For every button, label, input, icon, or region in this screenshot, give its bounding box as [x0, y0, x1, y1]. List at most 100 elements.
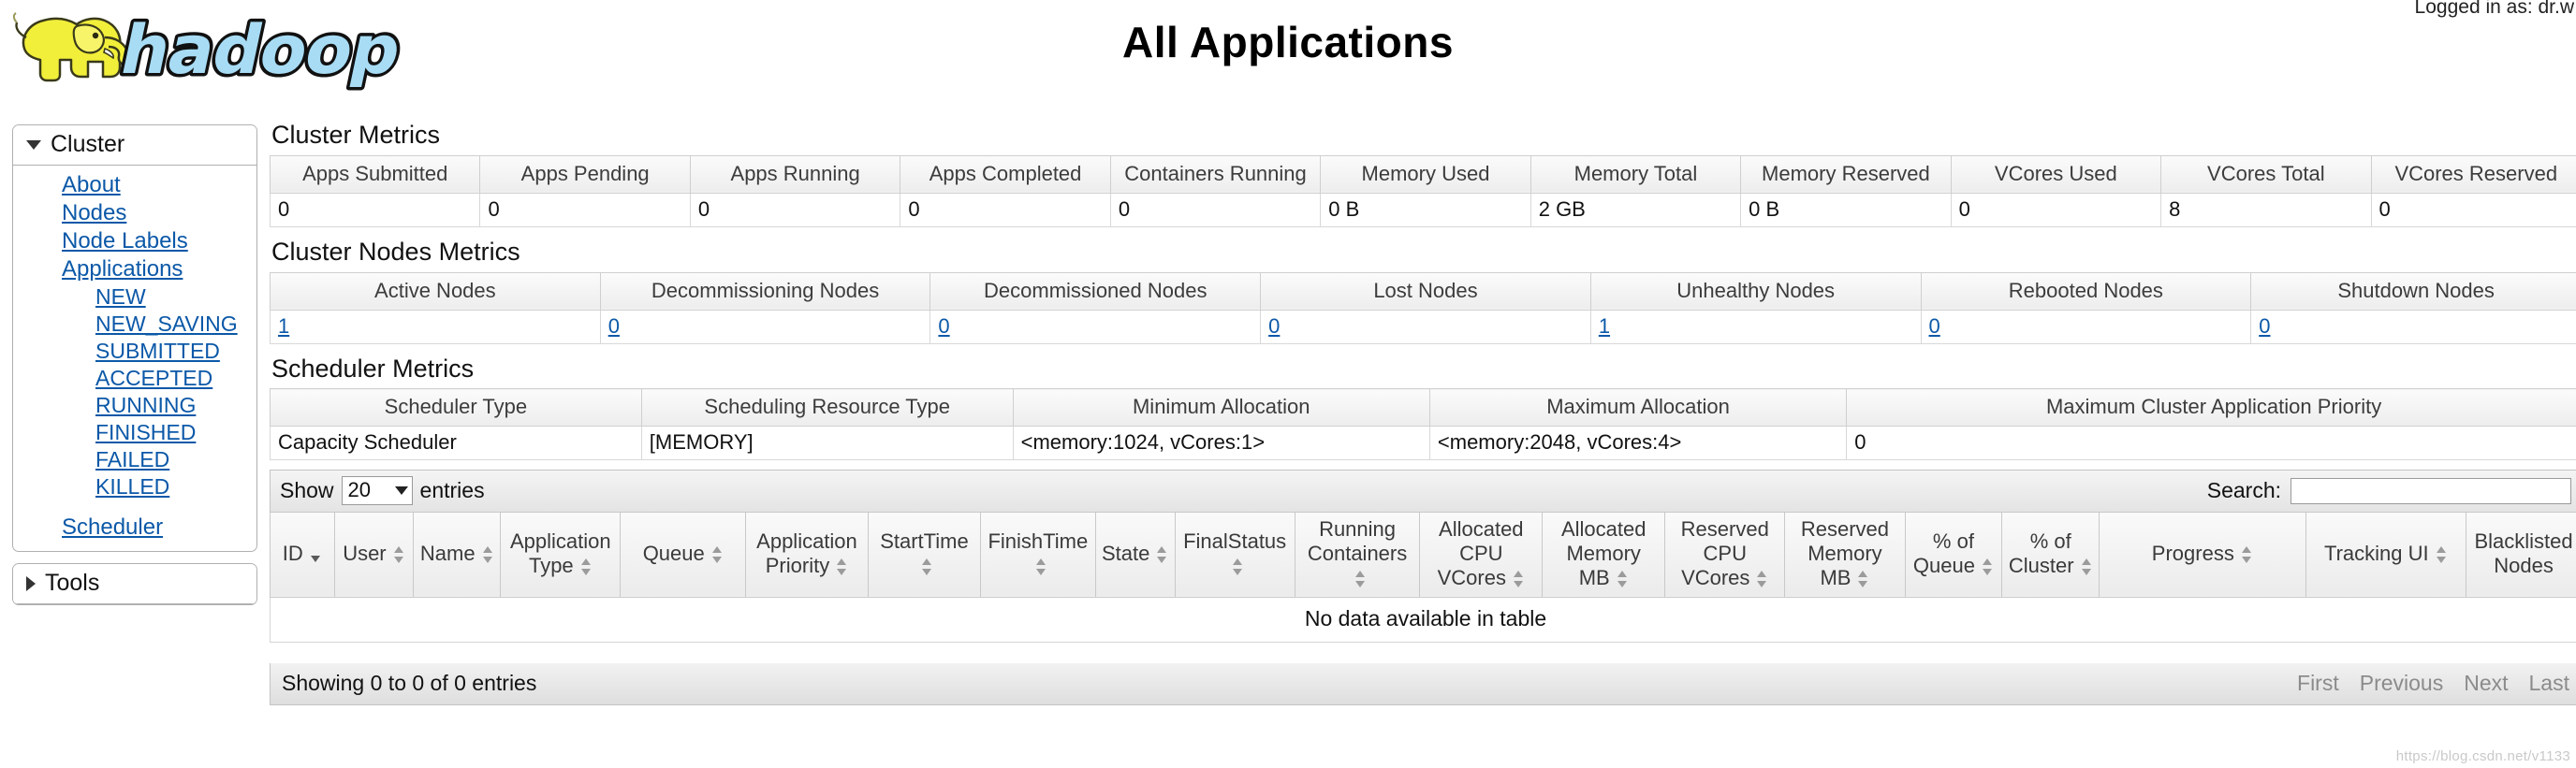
datatable-footer: Showing 0 to 0 of 0 entries First Previo… [270, 662, 2576, 705]
col-apps-pending: Apps Pending [479, 154, 691, 194]
unhealthy-nodes-link[interactable]: 1 [1599, 314, 1610, 338]
decommissioning-nodes-link[interactable]: 0 [608, 314, 620, 338]
col-memory-used: Memory Used [1320, 154, 1531, 194]
col-finalstatus[interactable]: FinalStatus [1174, 511, 1295, 598]
val-active-nodes: 1 [270, 310, 601, 344]
val-lost-nodes: 0 [1260, 310, 1591, 344]
chevron-right-icon[interactable] [26, 575, 36, 591]
col-allocated-memory-mb[interactable]: Allocated Memory MB [1542, 511, 1666, 598]
sort-both-icon [835, 555, 848, 579]
col-memory-reserved: Memory Reserved [1740, 154, 1952, 194]
sort-both-icon [2080, 555, 2093, 579]
search-control: Search: [2206, 477, 2571, 504]
chevron-down-icon [394, 485, 408, 495]
sidebar-item-state-submitted[interactable]: SUBMITTED [13, 338, 256, 365]
sort-both-icon [710, 543, 724, 567]
decommissioned-nodes-link[interactable]: 0 [938, 314, 949, 338]
col-percent-of-cluster[interactable]: % of Cluster [2001, 511, 2100, 598]
val-apps-completed: 0 [900, 193, 1111, 227]
col-rebooted-nodes: Rebooted Nodes [1920, 271, 2252, 311]
sidebar-item-node-labels[interactable]: Node Labels [13, 227, 256, 255]
val-vcores-reserved: 0 [2370, 193, 2576, 227]
chevron-down-icon[interactable] [26, 139, 41, 150]
col-unhealthy-nodes: Unhealthy Nodes [1589, 271, 1922, 311]
tools-nav-header[interactable]: Tools [13, 564, 256, 604]
col-apps-running: Apps Running [689, 154, 901, 194]
col-name[interactable]: Name [413, 511, 502, 598]
col-starttime[interactable]: StartTime [867, 511, 981, 598]
sidebar-item-scheduler[interactable]: Scheduler [13, 514, 256, 542]
col-application-priority[interactable]: Application Priority [745, 511, 869, 598]
col-application-type[interactable]: Application Type [500, 511, 622, 598]
pagination-previous[interactable]: Previous [2360, 671, 2443, 696]
table-header-row: ID User Name Application Type Queue Appl… [270, 511, 2576, 598]
sort-both-icon [920, 555, 933, 579]
col-containers-running: Containers Running [1109, 154, 1322, 194]
col-queue[interactable]: Queue [620, 511, 747, 598]
sidebar-item-state-new-saving[interactable]: NEW_SAVING [13, 311, 256, 338]
show-label: Show [280, 478, 334, 502]
sidebar-item-applications[interactable]: Applications [13, 255, 256, 283]
rebooted-nodes-link[interactable]: 0 [1929, 314, 1940, 338]
val-vcores-total: 8 [2160, 193, 2372, 227]
search-label: Search: [2206, 478, 2281, 502]
val-scheduling-resource-type: [MEMORY] [640, 426, 1014, 461]
sort-both-icon [2240, 543, 2253, 567]
pagination-next[interactable]: Next [2464, 671, 2508, 696]
val-vcores-used: 0 [1950, 193, 2162, 227]
col-decommissioned-nodes: Decommissioned Nodes [929, 271, 1262, 311]
datatable-info: Showing 0 to 0 of 0 entries [282, 670, 537, 695]
col-reserved-cpu-vcores[interactable]: Reserved CPU VCores [1664, 511, 1786, 598]
col-vcores-total: VCores Total [2160, 154, 2372, 194]
sidebar-item-state-accepted[interactable]: ACCEPTED [13, 365, 256, 392]
cluster-nav-block: Cluster About Nodes Node Labels Applicat… [12, 124, 257, 552]
table-header-row: Active Nodes Decommissioning Nodes Decom… [270, 271, 2576, 311]
col-active-nodes: Active Nodes [270, 271, 601, 311]
col-reserved-memory-mb[interactable]: Reserved Memory MB [1784, 511, 1906, 598]
sidebar-item-state-killed[interactable]: KILLED [13, 473, 256, 500]
sidebar-item-about[interactable]: About [13, 171, 256, 199]
lost-nodes-link[interactable]: 0 [1268, 314, 1280, 338]
pagination-first[interactable]: First [2297, 671, 2339, 696]
pagination-last[interactable]: Last [2529, 671, 2569, 696]
val-memory-total: 2 GB [1530, 193, 1742, 227]
col-user[interactable]: User [333, 511, 415, 598]
sidebar-item-state-failed[interactable]: FAILED [13, 446, 256, 473]
val-maximum-allocation: <memory:2048, vCores:4> [1428, 426, 1848, 461]
sidebar-item-state-running[interactable]: RUNNING [13, 392, 256, 419]
val-containers-running: 0 [1109, 193, 1322, 227]
shutdown-nodes-link[interactable]: 0 [2259, 314, 2270, 338]
active-nodes-link[interactable]: 1 [278, 314, 289, 338]
page-length-select[interactable]: 20 [341, 476, 413, 505]
col-tracking-ui[interactable]: Tracking UI [2305, 511, 2467, 598]
val-decommissioning-nodes: 0 [599, 310, 931, 344]
col-state[interactable]: State [1094, 511, 1176, 598]
table-row: Capacity Scheduler [MEMORY] <memory:1024… [270, 426, 2576, 461]
sort-both-icon [1856, 567, 1869, 591]
sidebar-item-state-finished[interactable]: FINISHED [13, 419, 256, 446]
col-allocated-cpu-vcores[interactable]: Allocated CPU VCores [1419, 511, 1544, 598]
val-apps-pending: 0 [479, 193, 691, 227]
col-id[interactable]: ID [270, 511, 335, 598]
col-running-containers[interactable]: Running Containers [1294, 511, 1421, 598]
sidebar-item-state-new[interactable]: NEW [13, 283, 256, 311]
col-apps-submitted: Apps Submitted [269, 154, 481, 194]
table-row: 0 0 0 0 0 0 B 2 GB 0 B 0 8 0 [269, 193, 2576, 227]
datatable-toolbar: Show 20 entries Search: [270, 470, 2576, 512]
col-progress[interactable]: Progress [2099, 511, 2306, 598]
cluster-metrics-table: Apps Submitted Apps Pending Apps Running… [269, 154, 2576, 227]
col-percent-of-queue[interactable]: % of Queue [1904, 511, 2003, 598]
table-row: 1 0 0 0 1 0 0 [270, 310, 2576, 344]
cluster-nodes-metrics-table: Active Nodes Decommissioning Nodes Decom… [270, 271, 2576, 344]
val-apps-submitted: 0 [269, 193, 481, 227]
cluster-nav-header[interactable]: Cluster [13, 125, 256, 166]
search-input[interactable] [2291, 477, 2571, 504]
col-blacklisted-nodes[interactable]: Blacklisted Nodes [2466, 511, 2576, 598]
sort-both-icon [1354, 567, 1367, 591]
sidebar-item-nodes[interactable]: Nodes [13, 199, 256, 227]
col-vcores-reserved: VCores Reserved [2370, 154, 2576, 194]
col-finishtime[interactable]: FinishTime [979, 511, 1096, 598]
sort-both-icon [1034, 555, 1047, 579]
col-scheduler-type: Scheduler Type [270, 388, 642, 427]
